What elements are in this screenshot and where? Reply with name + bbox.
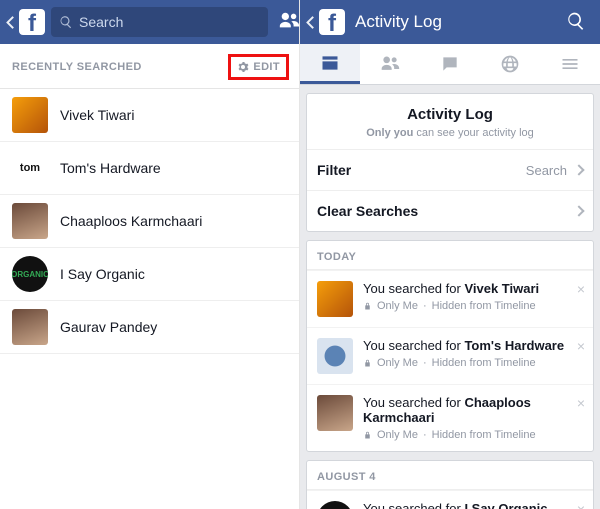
log-entry-text: You searched for Tom's Hardware xyxy=(363,338,583,353)
avatar xyxy=(12,97,48,133)
recent-item-name: Tom's Hardware xyxy=(60,160,161,176)
avatar xyxy=(12,309,48,345)
recent-list: Vivek Tiwari tom Tom's Hardware Chaaploos K… xyxy=(0,89,299,354)
recent-item[interactable]: Vivek Tiwari xyxy=(0,89,299,142)
globe-icon xyxy=(500,54,520,74)
facebook-logo: f xyxy=(319,9,345,35)
search-button[interactable] xyxy=(558,11,594,34)
recent-item[interactable]: tom Tom's Hardware xyxy=(0,142,299,195)
dismiss-button[interactable]: × xyxy=(577,338,585,354)
back-button[interactable]: f xyxy=(6,0,47,44)
back-button[interactable]: f xyxy=(306,0,347,44)
log-entry-text: You searched for I Say Organic xyxy=(363,501,583,509)
section-label: TODAY xyxy=(307,241,593,270)
avatar: ORGANIC xyxy=(12,256,48,292)
log-entry[interactable]: You searched for Tom's Hardware Only Me·H… xyxy=(307,327,593,384)
friends-icon xyxy=(380,54,400,74)
log-entry-text: You searched for Vivek Tiwari xyxy=(363,281,583,296)
avatar xyxy=(12,203,48,239)
gear-icon xyxy=(237,61,249,73)
tab-friends[interactable] xyxy=(360,44,420,84)
hamburger-icon xyxy=(560,54,580,74)
annotation-highlight: EDIT xyxy=(228,54,289,80)
lock-icon xyxy=(363,302,372,311)
recent-item-name: Gaurav Pandey xyxy=(60,319,157,335)
recently-searched-label: RECENTLY SEARCHED xyxy=(12,61,228,73)
search-input[interactable] xyxy=(79,14,260,30)
log-entry[interactable]: You searched for Vivek Tiwari Only Me·Hid… xyxy=(307,270,593,327)
edit-button[interactable]: EDIT xyxy=(233,59,284,75)
log-entry-meta: Only Me·Hidden from Timeline xyxy=(363,357,583,369)
dismiss-button[interactable]: × xyxy=(577,501,585,509)
activity-log-subtitle: Only you can see your activity log xyxy=(315,127,585,139)
recent-item[interactable]: Gaurav Pandey xyxy=(0,301,299,354)
search-icon xyxy=(566,11,586,31)
avatar: tom xyxy=(12,150,48,186)
avatar xyxy=(317,281,353,317)
edit-label: EDIT xyxy=(253,61,280,73)
recent-item-name: Vivek Tiwari xyxy=(60,107,134,123)
recent-item-name: Chaaploos Karmchaari xyxy=(60,213,202,229)
recently-searched-header: RECENTLY SEARCHED EDIT xyxy=(0,44,299,89)
avatar: ORGANIC xyxy=(317,501,353,509)
dismiss-button[interactable]: × xyxy=(577,281,585,297)
chevron-left-icon xyxy=(306,16,319,29)
recent-item[interactable]: Chaaploos Karmchaari xyxy=(0,195,299,248)
avatar xyxy=(317,338,353,374)
tab-notifications[interactable] xyxy=(480,44,540,84)
log-entry[interactable]: You searched for Chaaploos Karmchaari Onl… xyxy=(307,384,593,451)
log-entry-meta: Only Me·Hidden from Timeline xyxy=(363,300,583,312)
chevron-right-icon xyxy=(573,205,584,216)
log-section: TODAY You searched for Vivek Tiwari Only M… xyxy=(306,240,594,452)
pane-activity-log: f Activity Log Activity Log Only you can… xyxy=(300,0,600,509)
clear-searches-label: Clear Searches xyxy=(317,203,418,219)
topbar-right: f Activity Log xyxy=(300,0,600,44)
log-entry-meta: Only Me·Hidden from Timeline xyxy=(363,429,583,441)
friends-icon xyxy=(278,10,300,32)
feed-icon xyxy=(320,53,340,73)
activity-log-content: Activity Log Only you can see your activ… xyxy=(300,85,600,509)
activity-log-title: Activity Log xyxy=(315,106,585,123)
filter-value: Search xyxy=(526,163,567,178)
lock-icon xyxy=(363,431,372,440)
search-icon xyxy=(59,15,73,29)
facebook-logo: f xyxy=(19,9,45,35)
chevron-right-icon xyxy=(573,164,584,175)
pane-search: f RECENTLY SEARCHED EDIT Vivek Tiwari tom… xyxy=(0,0,300,509)
tabstrip xyxy=(300,44,600,85)
chevron-left-icon xyxy=(6,16,19,29)
recent-item[interactable]: ORGANIC I Say Organic xyxy=(0,248,299,301)
log-section: AUGUST 4 ORGANIC You searched for I Say Or… xyxy=(306,460,594,509)
page-title: Activity Log xyxy=(351,12,554,32)
tab-more[interactable] xyxy=(540,44,600,84)
tab-newsfeed[interactable] xyxy=(300,44,360,84)
lock-icon xyxy=(363,359,372,368)
log-entry[interactable]: ORGANICYou searched for I Say OrganicOnl… xyxy=(307,490,593,509)
search-box[interactable] xyxy=(51,7,268,37)
section-label: AUGUST 4 xyxy=(307,461,593,490)
log-entry-text: You searched for Chaaploos Karmchaari xyxy=(363,395,583,425)
topbar-left: f xyxy=(0,0,299,44)
avatar xyxy=(317,395,353,431)
activity-log-header-card: Activity Log Only you can see your activ… xyxy=(306,93,594,232)
recent-item-name: I Say Organic xyxy=(60,266,145,282)
dismiss-button[interactable]: × xyxy=(577,395,585,411)
messages-icon xyxy=(440,54,460,74)
clear-searches-row[interactable]: Clear Searches xyxy=(307,190,593,231)
filter-label: Filter xyxy=(317,162,351,178)
filter-row[interactable]: Filter Search xyxy=(307,149,593,190)
tab-messages[interactable] xyxy=(420,44,480,84)
